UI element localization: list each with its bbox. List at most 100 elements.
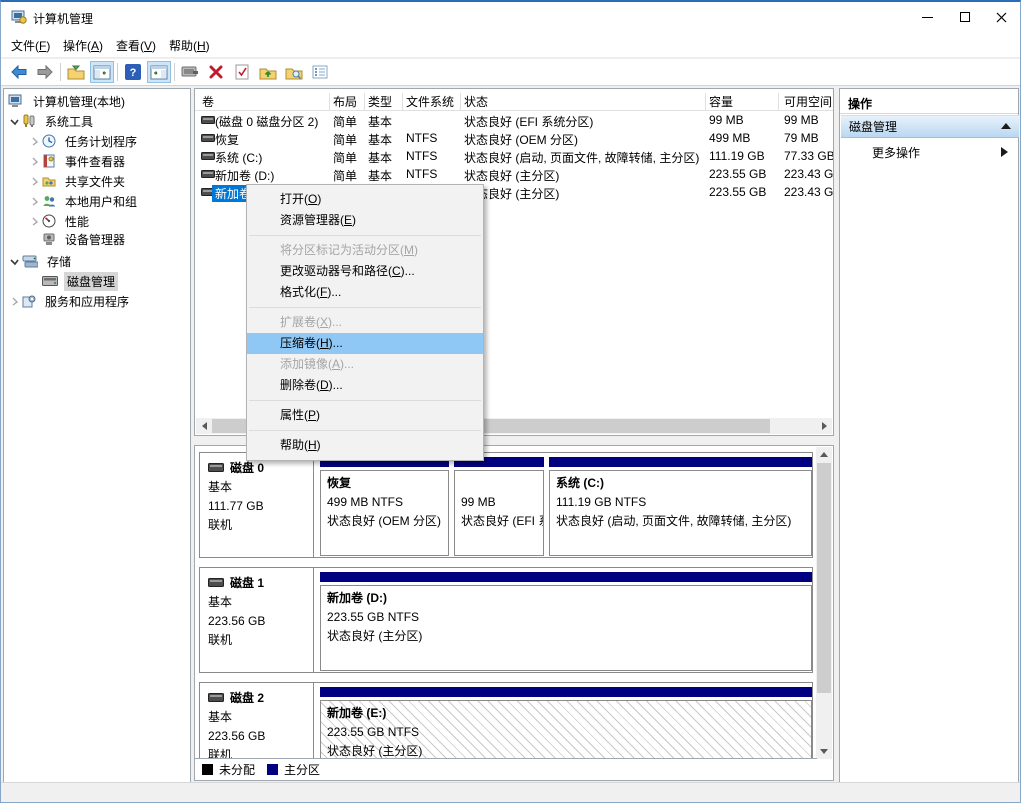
toolbar-separator [174, 63, 175, 81]
scroll-right-button[interactable] [816, 419, 832, 434]
delete-button[interactable] [204, 61, 228, 83]
more-actions-item[interactable]: 更多操作 [840, 141, 1018, 163]
volume-row-new-d[interactable]: 新加卷 (D:)简单 基本NTFS 状态良好 (主分区)223.55 GB 22… [195, 165, 834, 183]
toolbar-separator [117, 63, 118, 81]
menu-item-explorer[interactable]: 资源管理器(E) [247, 210, 483, 231]
console-tree-panel: 计算机管理(本地) 系统工具 任务计划程序 事件查看器 共享文件夹 本地用户和组 [3, 88, 191, 784]
scroll-down-button[interactable] [816, 744, 832, 759]
minimize-icon [922, 17, 933, 18]
disk-2-info[interactable]: 磁盘 2 基本 223.56 GB 联机 [200, 683, 314, 760]
col-freespace[interactable]: 可用空间 [784, 93, 832, 110]
local-users-icon [42, 194, 56, 208]
back-button[interactable] [7, 61, 31, 83]
menu-item-open[interactable]: 打开(O) [247, 189, 483, 210]
minimize-button[interactable] [910, 2, 944, 32]
svg-text:?: ? [130, 67, 137, 79]
disk-type: 基本 [208, 593, 313, 612]
vertical-scroll-thumb[interactable] [817, 463, 831, 693]
menu-help[interactable]: 帮助(H) [169, 37, 210, 54]
task-list-button[interactable] [308, 61, 332, 83]
menu-separator [249, 235, 481, 236]
export-button[interactable] [64, 61, 88, 83]
tree-item-performance[interactable]: 性能 [26, 211, 92, 231]
menu-action[interactable]: 操作(A) [63, 37, 103, 54]
partition-new-volume-e-selected[interactable]: 新加卷 (E:) 223.55 GB NTFS 状态良好 (主分区) [320, 687, 812, 762]
tree-item-storage[interactable]: 存储 [6, 251, 74, 271]
window-title: 计算机管理 [33, 10, 93, 27]
menu-item-extend-volume: 扩展卷(X)... [247, 312, 483, 333]
computer-management-window: 计算机管理 文件(F) 操作(A) 查看(V) 帮助(H) ? [0, 0, 1021, 803]
disk-1-info[interactable]: 磁盘 1 基本 223.56 GB 联机 [200, 568, 314, 672]
action-pane-toggle-icon [150, 65, 168, 80]
volume-icon [201, 149, 215, 163]
menu-bar: 文件(F) 操作(A) 查看(V) 帮助(H) [1, 32, 1020, 58]
vertical-scrollbar[interactable] [816, 447, 832, 759]
col-type[interactable]: 类型 [368, 93, 392, 110]
tree-item-system-tools[interactable]: 系统工具 [6, 111, 96, 131]
console-tree-toggle[interactable] [90, 61, 114, 83]
properties-button[interactable] [230, 61, 254, 83]
tree-item-task-scheduler[interactable]: 任务计划程序 [26, 131, 140, 151]
menu-item-delete-volume[interactable]: 删除卷(D)... [247, 375, 483, 396]
storage-icon [22, 255, 38, 268]
menu-file[interactable]: 文件(F) [11, 37, 50, 54]
disk-0-info[interactable]: 磁盘 0 基本 111.77 GB 联机 [200, 453, 314, 557]
partition-new-volume-d[interactable]: 新加卷 (D:) 223.55 GB NTFS 状态良好 (主分区) [320, 572, 812, 671]
partition-size: 99 MB [461, 493, 543, 512]
tree-item-device-manager[interactable]: 设备管理器 [26, 229, 128, 249]
console-window-button[interactable] [178, 61, 202, 83]
volume-row-efi[interactable]: (磁盘 0 磁盘分区 2)简单 基本 状态良好 (EFI 系统分区)99 MB … [195, 111, 834, 129]
folder-up-icon [259, 65, 277, 80]
menu-item-shrink-volume[interactable]: 压缩卷(H)... [247, 333, 483, 354]
tree-item-disk-management[interactable]: 磁盘管理 [26, 271, 118, 291]
partition-efi[interactable]: 99 MB 状态良好 (EFI 系统分区) [454, 457, 544, 556]
action-pane-toggle[interactable] [147, 61, 171, 83]
back-icon [10, 65, 28, 79]
status-bar [1, 782, 1020, 802]
close-button[interactable] [984, 2, 1018, 32]
actions-group-disk-management[interactable]: 磁盘管理 [841, 115, 1019, 138]
tree-item-local-users[interactable]: 本地用户和组 [26, 191, 140, 211]
menu-item-properties[interactable]: 属性(P) [247, 405, 483, 426]
chevron-collapsed-icon[interactable] [26, 137, 42, 146]
chevron-collapsed-icon[interactable] [26, 177, 42, 186]
menu-item-format[interactable]: 格式化(F)... [247, 282, 483, 303]
chevron-expanded-icon[interactable] [6, 117, 22, 126]
col-capacity[interactable]: 容量 [709, 93, 733, 110]
disk-size: 223.56 GB [208, 727, 313, 746]
col-volume[interactable]: 卷 [202, 93, 214, 110]
chevron-collapsed-icon[interactable] [26, 217, 42, 226]
maximize-button[interactable] [948, 2, 982, 32]
volume-row-recovery[interactable]: 恢复简单 基本NTFS 状态良好 (OEM 分区)499 MB 79 MB [195, 129, 834, 147]
chevron-collapsed-icon[interactable] [26, 197, 42, 206]
chevron-collapsed-icon[interactable] [26, 157, 42, 166]
folder-search-button[interactable] [282, 61, 306, 83]
col-layout[interactable]: 布局 [333, 93, 357, 110]
folder-up-button[interactable] [256, 61, 280, 83]
scroll-left-button[interactable] [196, 419, 212, 434]
menu-view[interactable]: 查看(V) [116, 37, 156, 54]
col-filesystem[interactable]: 文件系统 [406, 93, 454, 110]
chevron-collapsed-icon[interactable] [6, 297, 22, 306]
partition-recovery[interactable]: 恢复 499 MB NTFS 状态良好 (OEM 分区) [320, 457, 449, 556]
collapse-icon[interactable] [1001, 123, 1011, 129]
help-button[interactable]: ? [121, 61, 145, 83]
tree-item-services-applications[interactable]: 服务和应用程序 [6, 291, 132, 311]
partition-size: 111.19 GB NTFS [556, 493, 811, 512]
scroll-up-button[interactable] [816, 447, 832, 462]
partition-system-c[interactable]: 系统 (C:) 111.19 GB NTFS 状态良好 (启动, 页面文件, 故… [549, 457, 812, 556]
tree-item-computer-management[interactable]: 计算机管理(本地) [8, 91, 128, 111]
tree-item-shared-folders[interactable]: 共享文件夹 [26, 171, 128, 191]
partition-status: 状态良好 (EFI 系统分区) [461, 512, 543, 531]
col-status[interactable]: 状态 [464, 93, 488, 110]
menu-item-change-letter[interactable]: 更改驱动器号和路径(C)... [247, 261, 483, 282]
forward-icon [36, 65, 54, 79]
volume-row-system-c[interactable]: 系统 (C:)简单 基本NTFS 状态良好 (启动, 页面文件, 故障转储, 主… [195, 147, 834, 165]
menu-item-help[interactable]: 帮助(H) [247, 435, 483, 456]
forward-button[interactable] [33, 61, 57, 83]
volume-list-header: 卷 布局 类型 文件系统 状态 容量 可用空间 [195, 89, 834, 111]
volume-context-menu: 打开(O) 资源管理器(E) 将分区标记为活动分区(M) 更改驱动器号和路径(C… [246, 184, 484, 461]
disk-size: 223.56 GB [208, 612, 313, 631]
tree-item-event-viewer[interactable]: 事件查看器 [26, 151, 128, 171]
chevron-expanded-icon[interactable] [6, 257, 22, 266]
